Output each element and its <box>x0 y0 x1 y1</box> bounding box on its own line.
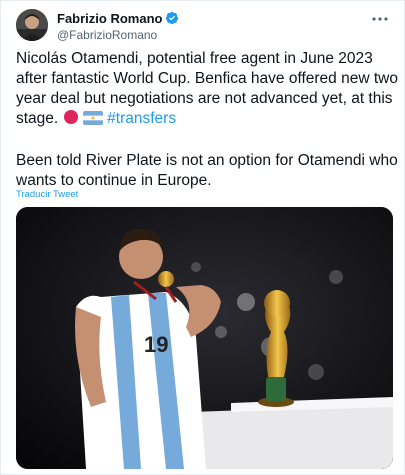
argentina-flag-emoji-icon <box>82 111 103 131</box>
svg-text:19: 19 <box>144 332 168 357</box>
author-handle[interactable]: @FabrizioRomano <box>57 28 179 42</box>
author-info[interactable]: Fabrizio Romano @FabrizioRomano <box>57 10 179 42</box>
tweet-text: Nicolás Otamendi, potential free agent i… <box>16 49 401 191</box>
hashtag-link[interactable]: #transfers <box>107 110 176 127</box>
translate-tweet-link[interactable]: Traducir Tweet <box>16 189 78 200</box>
author-name[interactable]: Fabrizio Romano <box>57 11 162 26</box>
red-circle-emoji-icon <box>63 109 79 131</box>
verified-badge-icon <box>165 11 179 25</box>
more-options-icon[interactable] <box>370 9 390 29</box>
tweet-paragraph-2: Been told River Plate is not an option f… <box>16 152 398 189</box>
tweet-paragraph-1: Nicolás Otamendi, potential free agent i… <box>16 49 401 131</box>
author-avatar[interactable] <box>16 9 48 41</box>
tweet-card[interactable]: Fabrizio Romano @FabrizioRomano Nicolás … <box>0 0 405 475</box>
tweet-photo[interactable]: 19 <box>16 207 393 469</box>
